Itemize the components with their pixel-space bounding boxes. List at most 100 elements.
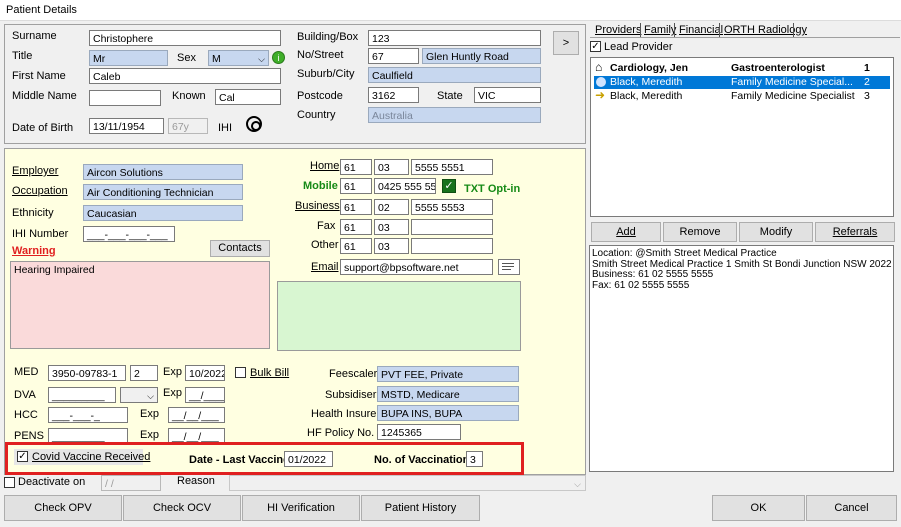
remove-provider-button[interactable]: Remove (663, 222, 737, 242)
mobile-number[interactable]: 0425 555 552 (374, 178, 436, 194)
notes-area[interactable] (277, 281, 521, 351)
location-line: Location: @Smith Street Medical Practice (592, 248, 777, 259)
deactivate-checkbox[interactable] (4, 477, 15, 488)
check-opv-button[interactable]: Check OPV (4, 495, 122, 521)
employer-field[interactable]: Aircon Solutions (83, 164, 243, 180)
provider-number: 3 (864, 90, 870, 102)
suburb-field[interactable]: Caulfield (368, 67, 541, 83)
surname-field[interactable]: Christophere (89, 30, 281, 46)
fax-country-code[interactable]: 61 (340, 219, 372, 235)
dva-exp-field[interactable]: __/____ (185, 387, 225, 403)
email-field[interactable]: support@bpsoftware.net (340, 259, 493, 275)
employer-label: Employer (12, 165, 59, 177)
email-label: Email (311, 261, 339, 273)
ok-button[interactable]: OK (712, 495, 805, 521)
green-status-icon[interactable]: i (272, 51, 285, 64)
surname-label: Surname (12, 30, 57, 42)
txt-optin-checkbox[interactable]: ✓ (442, 179, 456, 193)
tab-family[interactable]: Family (644, 23, 676, 37)
ihi-number-field[interactable]: ___-___-___-___ (83, 226, 175, 242)
business-area-code[interactable]: 02 (374, 199, 409, 215)
bulk-bill-checkbox[interactable] (235, 367, 246, 378)
building-field[interactable]: 123 (368, 30, 541, 46)
warning-text-area[interactable]: Hearing Impaired (10, 261, 270, 349)
lead-provider-checkbox[interactable]: ✓ (590, 41, 601, 52)
tab-financial[interactable]: Financial (679, 23, 723, 37)
provider-row-selected[interactable]: Black, Meredith Family Medicine Special.… (594, 76, 890, 89)
home-area-code[interactable]: 03 (374, 159, 409, 175)
home-number[interactable]: 5555 5551 (411, 159, 493, 175)
vaccination-count-field[interactable]: 3 (466, 451, 483, 467)
check-ocv-button[interactable]: Check OCV (123, 495, 241, 521)
first-name-field[interactable]: Caleb (89, 68, 281, 84)
provider-number: 1 (864, 62, 870, 74)
reason-select: ⌵ (229, 475, 586, 491)
state-field[interactable]: VIC (474, 87, 541, 103)
mobile-phone-label: Mobile (303, 180, 338, 192)
dva-type-select[interactable]: ⌵ (120, 387, 158, 403)
providers-list: ⌂ Cardiology, Jen Gastroenterologist 1 B… (590, 57, 894, 217)
provider-row[interactable]: ⌂ Cardiology, Jen Gastroenterologist 1 (594, 61, 890, 75)
warning-label: Warning (12, 245, 56, 257)
country-field[interactable]: Australia (368, 107, 541, 123)
state-label: State (437, 90, 463, 102)
medicare-number-field[interactable]: 3950-09783-1 (48, 365, 126, 381)
other-country-code[interactable]: 61 (340, 238, 372, 254)
mobile-country-code[interactable]: 61 (340, 178, 372, 194)
hf-policy-field[interactable]: 1245365 (377, 424, 461, 440)
medicare-exp-field[interactable]: 10/2022 (185, 365, 225, 381)
last-vaccine-label: Date - Last Vaccine (189, 454, 290, 466)
middle-name-field[interactable] (89, 90, 161, 106)
subsidiser-field[interactable]: MSTD, Medicare (377, 386, 519, 402)
patient-history-button[interactable]: Patient History (361, 495, 480, 521)
dva-number-field[interactable]: _________ (48, 387, 116, 403)
hcc-number-field[interactable]: ___-___-_ (48, 407, 128, 423)
referrals-button[interactable]: Referrals (815, 222, 895, 242)
street-number-field[interactable]: 67 (368, 48, 419, 64)
other-number[interactable] (411, 238, 493, 254)
ethnicity-field[interactable]: Caucasian (83, 205, 243, 221)
tab-providers[interactable]: Providers (595, 23, 641, 37)
window-title: Patient Details (6, 4, 77, 16)
dva-exp-label: Exp (163, 387, 182, 399)
title-label: Title (12, 50, 33, 62)
fax-number[interactable] (411, 219, 493, 235)
provider-row[interactable]: ➜ Black, Meredith Family Medicine Specia… (594, 89, 890, 103)
hcc-exp-label: Exp (140, 408, 159, 420)
hf-policy-label: HF Policy No. (307, 427, 375, 439)
suburb-label: Suburb/City (297, 68, 355, 80)
business-number[interactable]: 5555 5553 (411, 199, 493, 215)
hi-verification-button[interactable]: HI Verification (242, 495, 360, 521)
modify-provider-button[interactable]: Modify (739, 222, 813, 242)
tab-separators (640, 23, 641, 37)
email-compose-icon[interactable] (498, 259, 520, 275)
medicare-irn-field[interactable]: 2 (130, 365, 158, 381)
add-provider-button[interactable]: Add (591, 222, 661, 242)
provider-name: Black, Meredith (610, 76, 683, 88)
other-area-code[interactable]: 03 (374, 238, 409, 254)
business-country-code[interactable]: 61 (340, 199, 372, 215)
dob-field[interactable]: 13/11/1954 (89, 118, 164, 134)
sex-select[interactable]: M ⌵ (208, 50, 269, 66)
postcode-field[interactable]: 3162 (368, 87, 419, 103)
covid-vaccine-received-checkbox[interactable]: ✓ (17, 451, 28, 462)
no-street-label: No/Street (297, 49, 344, 61)
hcc-exp-field[interactable]: __/__/___ (168, 407, 225, 423)
address-next-button[interactable]: > (553, 31, 579, 55)
last-vaccine-date-field[interactable]: 01/2022 (284, 451, 333, 467)
fax-area-code[interactable]: 03 (374, 219, 409, 235)
cancel-button[interactable]: Cancel (806, 495, 897, 521)
bulk-bill-label: Bulk Bill (250, 367, 290, 379)
age-field: 67y (168, 118, 208, 134)
street-name-field[interactable]: Glen Huntly Road (422, 48, 541, 64)
occupation-field[interactable]: Air Conditioning Technician (83, 184, 243, 200)
home-country-code[interactable]: 61 (340, 159, 372, 175)
feescaler-field[interactable]: PVT FEE, Private (377, 366, 519, 382)
ihi-status-icon[interactable] (246, 116, 262, 132)
contacts-button[interactable]: Contacts (210, 240, 270, 257)
title-field[interactable]: Mr (89, 50, 168, 66)
tab-orth-radiology[interactable]: ORTH Radiology (724, 23, 807, 37)
dob-label: Date of Birth (12, 122, 74, 134)
health-insurer-field[interactable]: BUPA INS, BUPA (377, 405, 519, 421)
known-field[interactable]: Cal (215, 89, 281, 105)
